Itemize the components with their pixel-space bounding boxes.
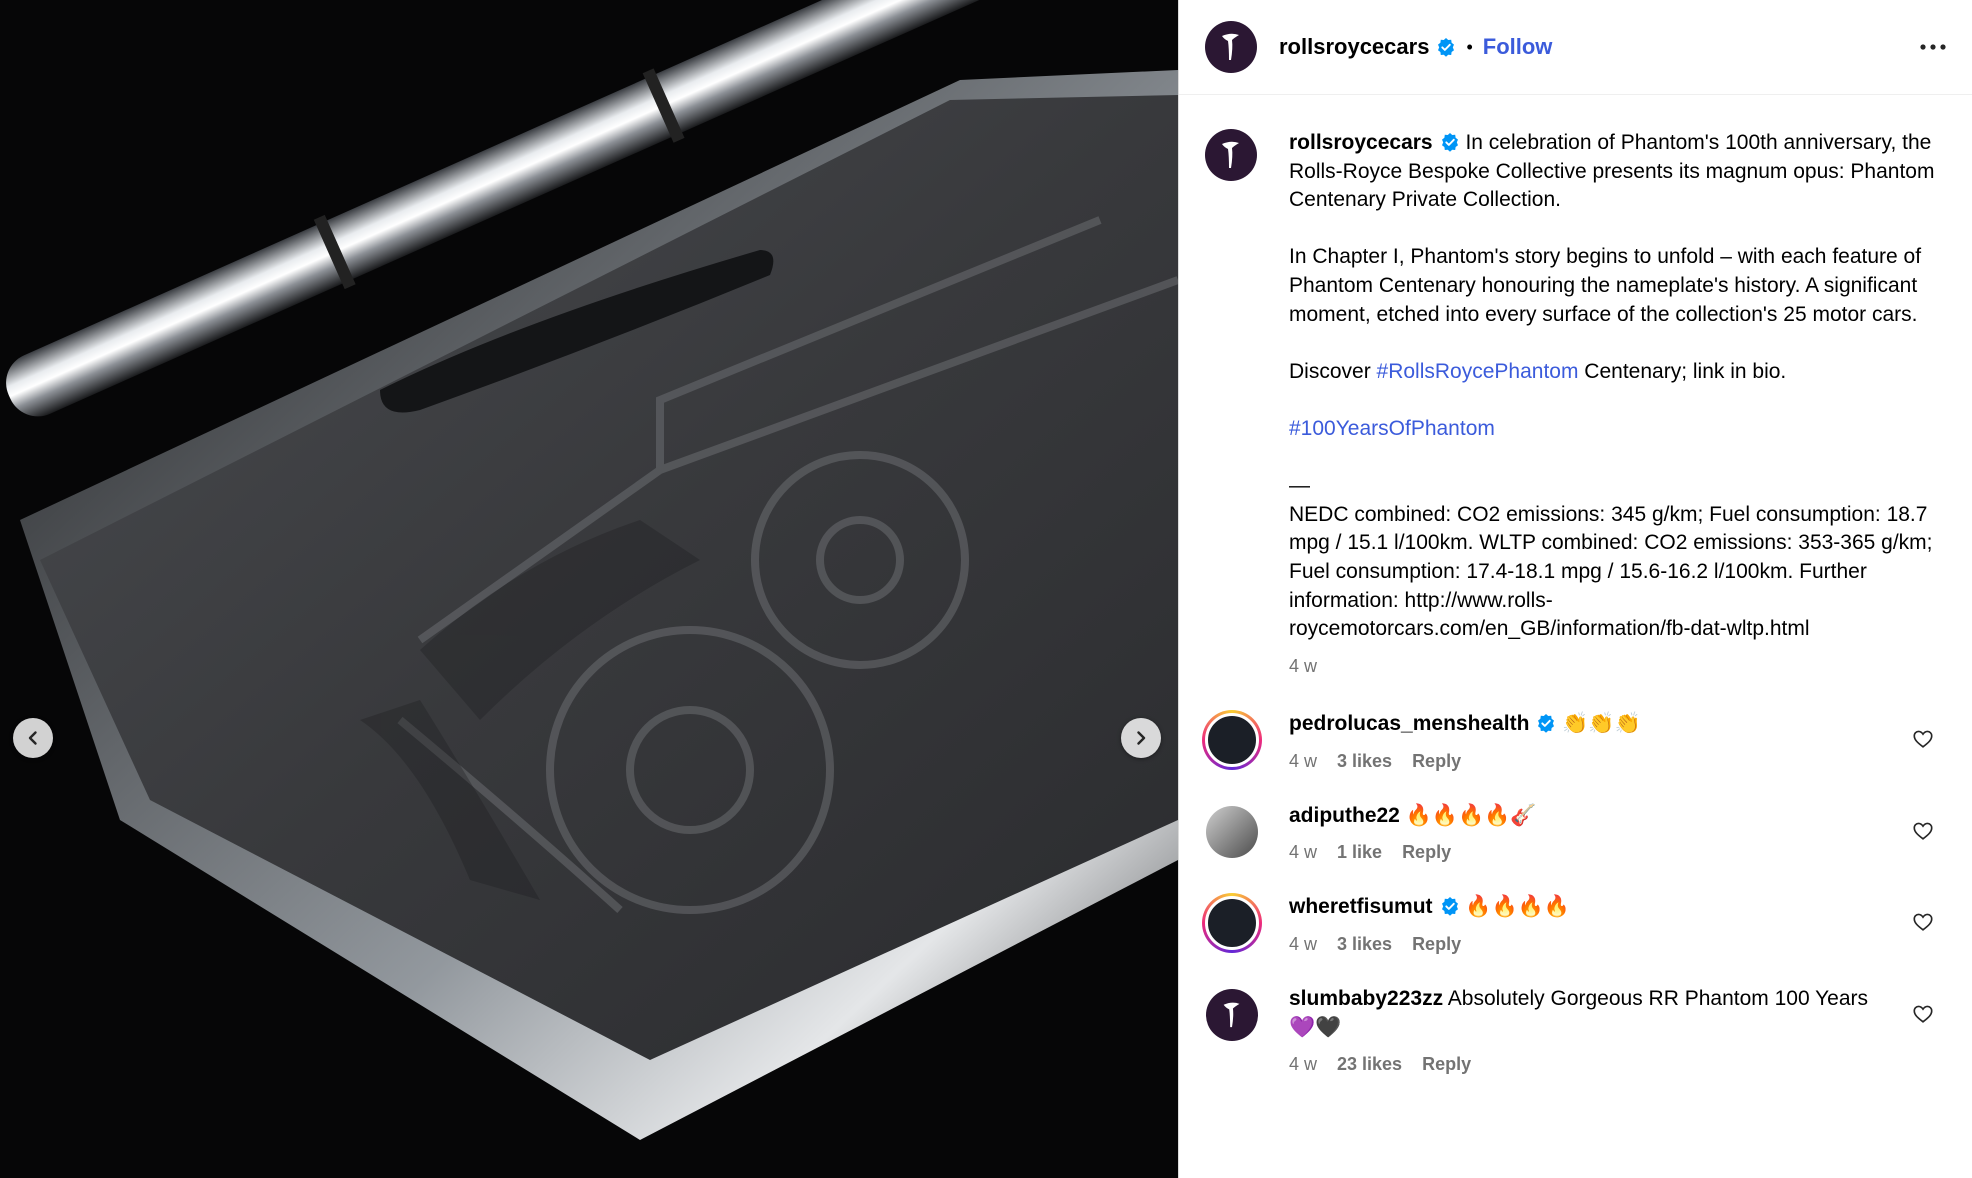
caption-author-avatar[interactable]	[1205, 129, 1257, 181]
previous-media-button[interactable]	[13, 718, 53, 758]
post-image	[0, 0, 1178, 1178]
author-username[interactable]: rollsroycecars	[1279, 34, 1429, 60]
follow-button[interactable]: Follow	[1483, 34, 1553, 60]
hashtag-100yearsofphantom[interactable]: #100YearsOfPhantom	[1289, 417, 1495, 440]
comment-time[interactable]: 4 w	[1289, 751, 1317, 772]
more-options-icon	[1920, 44, 1946, 50]
verified-badge-icon	[1438, 38, 1455, 57]
comment-likes[interactable]: 3 likes	[1337, 751, 1392, 772]
comment-likes[interactable]: 23 likes	[1337, 1054, 1402, 1075]
heart-icon[interactable]	[1912, 728, 1934, 750]
post-side-panel: rollsroycecars • Follow rollsroycecars I…	[1178, 0, 1972, 1178]
heart-icon[interactable]	[1912, 911, 1934, 933]
commenter-username[interactable]: wheretfisumut	[1289, 895, 1433, 918]
reply-button[interactable]: Reply	[1402, 842, 1451, 863]
chevron-right-icon	[1137, 731, 1146, 745]
commenter-avatar[interactable]	[1202, 985, 1262, 1045]
comment-text: 👏👏👏	[1562, 712, 1641, 736]
comment-item: adiputhe22 🔥🔥🔥🔥🎸 4 w 1 like Reply	[1205, 802, 1946, 864]
next-media-button[interactable]	[1121, 718, 1161, 758]
verified-badge-icon	[1441, 897, 1458, 917]
comment-text: 🔥🔥🔥🔥	[1465, 895, 1570, 919]
commenter-avatar[interactable]	[1202, 710, 1262, 771]
post-timestamp[interactable]: 4 w	[1289, 652, 1946, 681]
discover-prefix: Discover	[1289, 359, 1377, 383]
heart-icon[interactable]	[1912, 1003, 1934, 1025]
post-caption: rollsroycecars In celebration of Phantom…	[1205, 129, 1946, 680]
comment-time[interactable]: 4 w	[1289, 842, 1317, 863]
post-media	[0, 0, 1178, 1178]
comment-item: wheretfisumut 🔥🔥🔥🔥 4 w 3 likes Reply	[1202, 893, 1946, 955]
commenter-username[interactable]: pedrolucas_menshealth	[1289, 712, 1529, 735]
commenter-username[interactable]: slumbaby223zz	[1289, 987, 1443, 1010]
post-header: rollsroycecars • Follow	[1179, 0, 1972, 95]
reply-button[interactable]: Reply	[1422, 1054, 1471, 1075]
comment-item: slumbaby223zz Absolutely Gorgeous RR Pha…	[1205, 985, 1946, 1075]
reply-button[interactable]: Reply	[1412, 934, 1461, 955]
caption-disclaimer: NEDC combined: CO2 emissions: 345 g/km; …	[1289, 502, 1933, 641]
verified-badge-icon	[1441, 133, 1458, 152]
separator-dot: •	[1466, 36, 1473, 57]
commenter-username[interactable]: adiputhe22	[1289, 804, 1400, 827]
comments-scroll-area[interactable]: rollsroycecars In celebration of Phantom…	[1179, 129, 1972, 1075]
hashtag-rollsroycephantom[interactable]: #RollsRoycePhantom	[1377, 360, 1579, 383]
comment-time[interactable]: 4 w	[1289, 934, 1317, 955]
caption-paragraph-2: In Chapter I, Phantom's story begins to …	[1289, 245, 1922, 326]
commenter-avatar[interactable]	[1202, 893, 1262, 954]
comment-likes[interactable]: 3 likes	[1337, 934, 1392, 955]
caption-dash: —	[1289, 474, 1310, 498]
spirit-of-ecstasy-logo	[1223, 1002, 1240, 1028]
spirit-of-ecstasy-logo	[1222, 33, 1239, 60]
comment-item: pedrolucas_menshealth 👏👏👏 4 w 3 likes Re…	[1202, 710, 1946, 772]
caption-text: rollsroycecars In celebration of Phantom…	[1289, 129, 1946, 680]
caption-discover-line: Discover #RollsRoycePhantom Centenary; l…	[1289, 358, 1946, 387]
heart-icon[interactable]	[1912, 820, 1934, 842]
comment-time[interactable]: 4 w	[1289, 1054, 1317, 1075]
discover-suffix: Centenary; link in bio.	[1578, 359, 1787, 383]
post-viewer: rollsroycecars • Follow rollsroycecars I…	[0, 0, 1972, 1178]
author-avatar[interactable]	[1205, 21, 1257, 73]
commenter-avatar[interactable]	[1202, 802, 1262, 862]
comment-text: 🔥🔥🔥🔥🎸	[1405, 803, 1537, 827]
verified-badge-icon	[1538, 714, 1555, 734]
more-options-button[interactable]	[1918, 32, 1948, 62]
comment-likes[interactable]: 1 like	[1337, 842, 1382, 863]
caption-username[interactable]: rollsroycecars	[1289, 131, 1433, 154]
chevron-left-icon	[28, 731, 37, 745]
spirit-of-ecstasy-logo	[1222, 141, 1239, 168]
reply-button[interactable]: Reply	[1412, 751, 1461, 772]
